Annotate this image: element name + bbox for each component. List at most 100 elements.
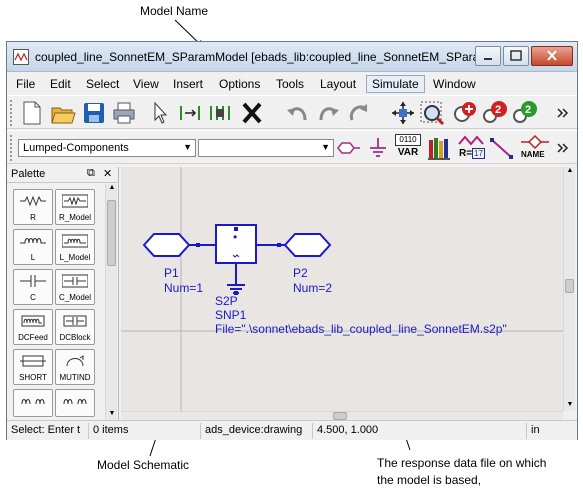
menu-window[interactable]: Window	[433, 77, 476, 91]
new-document-icon[interactable]	[19, 100, 45, 126]
palette-item-mutind[interactable]: MUTIND	[55, 349, 95, 385]
palette-item-label: L_Model	[59, 253, 91, 262]
snp-file[interactable]: File=".\sonnet\ebads_lib_coupled_line_So…	[215, 322, 507, 336]
minimize-icon	[484, 58, 492, 60]
save-icon[interactable]	[81, 100, 107, 126]
component-dropdown[interactable]: ▼	[198, 139, 334, 157]
palette-item-l[interactable]: L	[13, 229, 53, 265]
insert-wire-icon[interactable]	[177, 100, 203, 126]
canvas-vscroll-thumb[interactable]	[565, 279, 574, 293]
name-label-button[interactable]: NAME	[519, 134, 551, 162]
library-dropdown[interactable]: Lumped-Components ▼	[18, 139, 196, 157]
delete-icon[interactable]	[239, 100, 265, 126]
menu-select[interactable]: Select	[86, 77, 119, 91]
tune-wave-icon	[458, 135, 484, 146]
model-schematic-callout: Model Schematic	[97, 458, 190, 472]
redo-icon[interactable]	[315, 100, 341, 126]
status-units: in	[531, 424, 540, 436]
palette-item-l-model[interactable]: L_Model	[55, 229, 95, 265]
p2-name[interactable]: P2	[293, 266, 308, 280]
close-button[interactable]	[531, 46, 573, 66]
palette-item-dcblock[interactable]: DCBlock	[55, 309, 95, 345]
palette-item-short[interactable]: SHORT	[13, 349, 53, 385]
p1-name[interactable]: P1	[164, 266, 179, 280]
menu-file[interactable]: File	[16, 77, 35, 91]
short-icon	[20, 355, 46, 367]
toolbar-grip-2[interactable]	[10, 135, 14, 161]
toolbar-grip[interactable]	[10, 100, 14, 126]
palette-scroll-thumb[interactable]	[107, 200, 116, 266]
capacitor-model-icon	[62, 274, 88, 288]
zoom-out-icon[interactable]: 2	[512, 100, 538, 126]
canvas-vertical-scrollbar[interactable]: ▲ ▼	[563, 167, 575, 411]
resistor-icon	[20, 195, 46, 207]
port-p1-symbol[interactable]	[142, 233, 191, 257]
zoom-by-2-icon[interactable]: 2	[482, 100, 508, 126]
undo-icon[interactable]	[285, 100, 311, 126]
wire-label-icon	[521, 134, 549, 150]
close-icon[interactable]: ✕	[103, 167, 112, 180]
port-icon[interactable]	[336, 135, 362, 161]
maximize-button[interactable]	[503, 46, 529, 66]
menu-tools[interactable]: Tools	[276, 77, 304, 91]
optimization-button[interactable]: R= 17	[457, 134, 485, 162]
palette-item-dcfeed[interactable]: DCFeed	[13, 309, 53, 345]
menu-layout[interactable]: Layout	[320, 77, 356, 91]
toolbar-overflow-icon[interactable]	[555, 135, 571, 161]
port-p2-symbol[interactable]	[283, 233, 332, 257]
menu-insert[interactable]: Insert	[173, 77, 203, 91]
undock-icon[interactable]: ⧉	[87, 167, 95, 180]
open-folder-icon[interactable]	[50, 100, 76, 126]
snp-id[interactable]: S2P	[215, 294, 238, 308]
menu-edit[interactable]: Edit	[50, 77, 71, 91]
move-icon[interactable]	[390, 100, 416, 126]
scroll-down-icon[interactable]: ▼	[107, 410, 117, 420]
scroll-up-icon[interactable]: ▲	[107, 184, 117, 194]
p2-num[interactable]: Num=2	[293, 281, 332, 295]
palette-item-r[interactable]: R	[13, 189, 53, 225]
scroll-up-icon[interactable]: ▲	[565, 167, 575, 177]
menu-view[interactable]: View	[133, 77, 159, 91]
palette-panel: Palette ⧉ ✕ R R_Model L L_Model C C_Mode…	[7, 167, 119, 420]
minimize-button[interactable]	[475, 46, 501, 66]
inductor-model-icon	[62, 234, 88, 248]
palette-item-partial-1[interactable]	[13, 389, 53, 417]
palette-item-partial-2[interactable]	[55, 389, 95, 417]
palette-item-label: DCFeed	[18, 333, 48, 342]
menu-options[interactable]: Options	[219, 77, 260, 91]
wire-diagonal-icon[interactable]	[489, 135, 515, 161]
palette-item-r-model[interactable]: R_Model	[55, 189, 95, 225]
zoom-area-icon[interactable]	[419, 100, 445, 126]
response-file-callout-1: The response data file on which	[377, 456, 547, 470]
select-pointer-icon[interactable]	[147, 100, 173, 126]
canvas-horizontal-scrollbar[interactable]	[121, 411, 563, 420]
inductor-icon	[20, 238, 46, 244]
palette-item-c-model[interactable]: C_Model	[55, 269, 95, 305]
palette-scrollbar[interactable]: ▲ ▼	[105, 184, 117, 420]
library-books-icon[interactable]	[427, 135, 453, 161]
menu-simulate[interactable]: Simulate	[366, 75, 425, 93]
var-equation-button[interactable]: 0110 VAR	[395, 134, 421, 162]
insert-component-icon[interactable]	[207, 100, 233, 126]
scroll-down-icon[interactable]: ▼	[565, 401, 575, 411]
palette-item-label: DCBlock	[59, 333, 91, 342]
ads-schematic-icon[interactable]	[13, 49, 29, 65]
chevron-down-icon: ▼	[321, 142, 330, 152]
ground-icon[interactable]	[365, 135, 391, 161]
zoom-in-icon[interactable]	[452, 100, 478, 126]
var-badge-top: 0110	[395, 134, 421, 146]
status-item-count: 0 items	[89, 423, 201, 439]
palette-item-c[interactable]: C	[13, 269, 53, 305]
p1-num[interactable]: Num=1	[164, 281, 203, 295]
title-bar[interactable]: coupled_line_SonnetEM_SParamModel [ebads…	[7, 42, 577, 72]
rotate-icon[interactable]	[345, 100, 371, 126]
canvas-hscroll-thumb[interactable]	[333, 412, 347, 420]
menu-bar: File Edit Select View Insert Options Too…	[7, 74, 577, 94]
print-icon[interactable]	[111, 100, 137, 126]
schematic-canvas[interactable]: • P1 Num=1 P2 Num=2 S2P SNP1 File=".\son…	[121, 167, 563, 411]
palette-item-label: L	[30, 253, 36, 262]
toolbar-overflow-icon[interactable]	[555, 100, 571, 126]
palette-item-label: C_Model	[58, 293, 91, 302]
component-toolbar: Lumped-Components ▼ ▼ 0110 VAR R= 17 NAM…	[7, 130, 577, 164]
snp-name[interactable]: SNP1	[215, 308, 247, 322]
